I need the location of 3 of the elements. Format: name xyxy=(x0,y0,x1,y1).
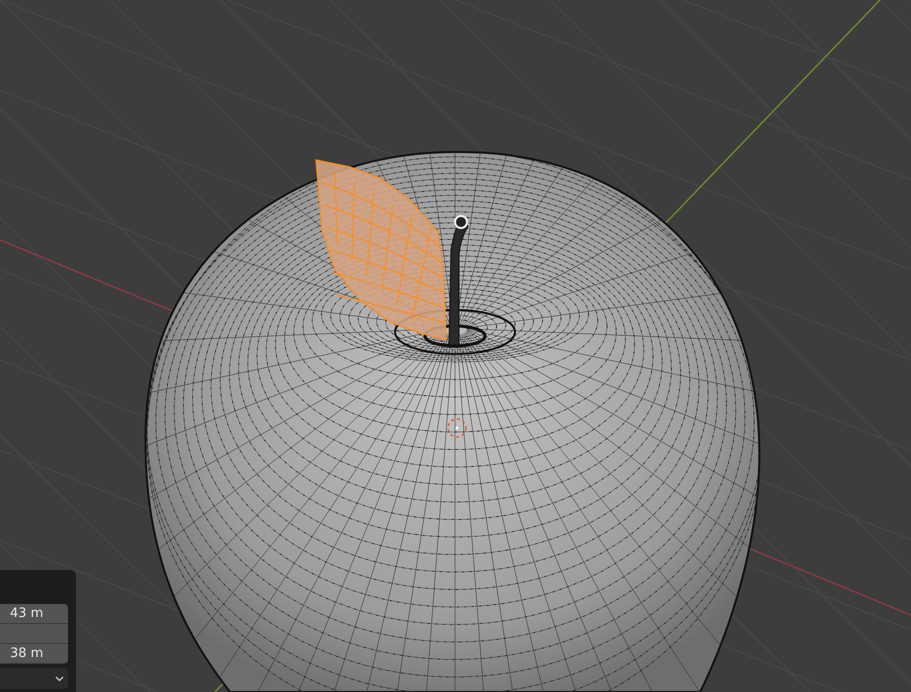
number-field[interactable]: 43 m xyxy=(0,604,68,624)
chevron-down-icon xyxy=(55,676,64,682)
number-field[interactable]: 38 m xyxy=(0,644,68,664)
